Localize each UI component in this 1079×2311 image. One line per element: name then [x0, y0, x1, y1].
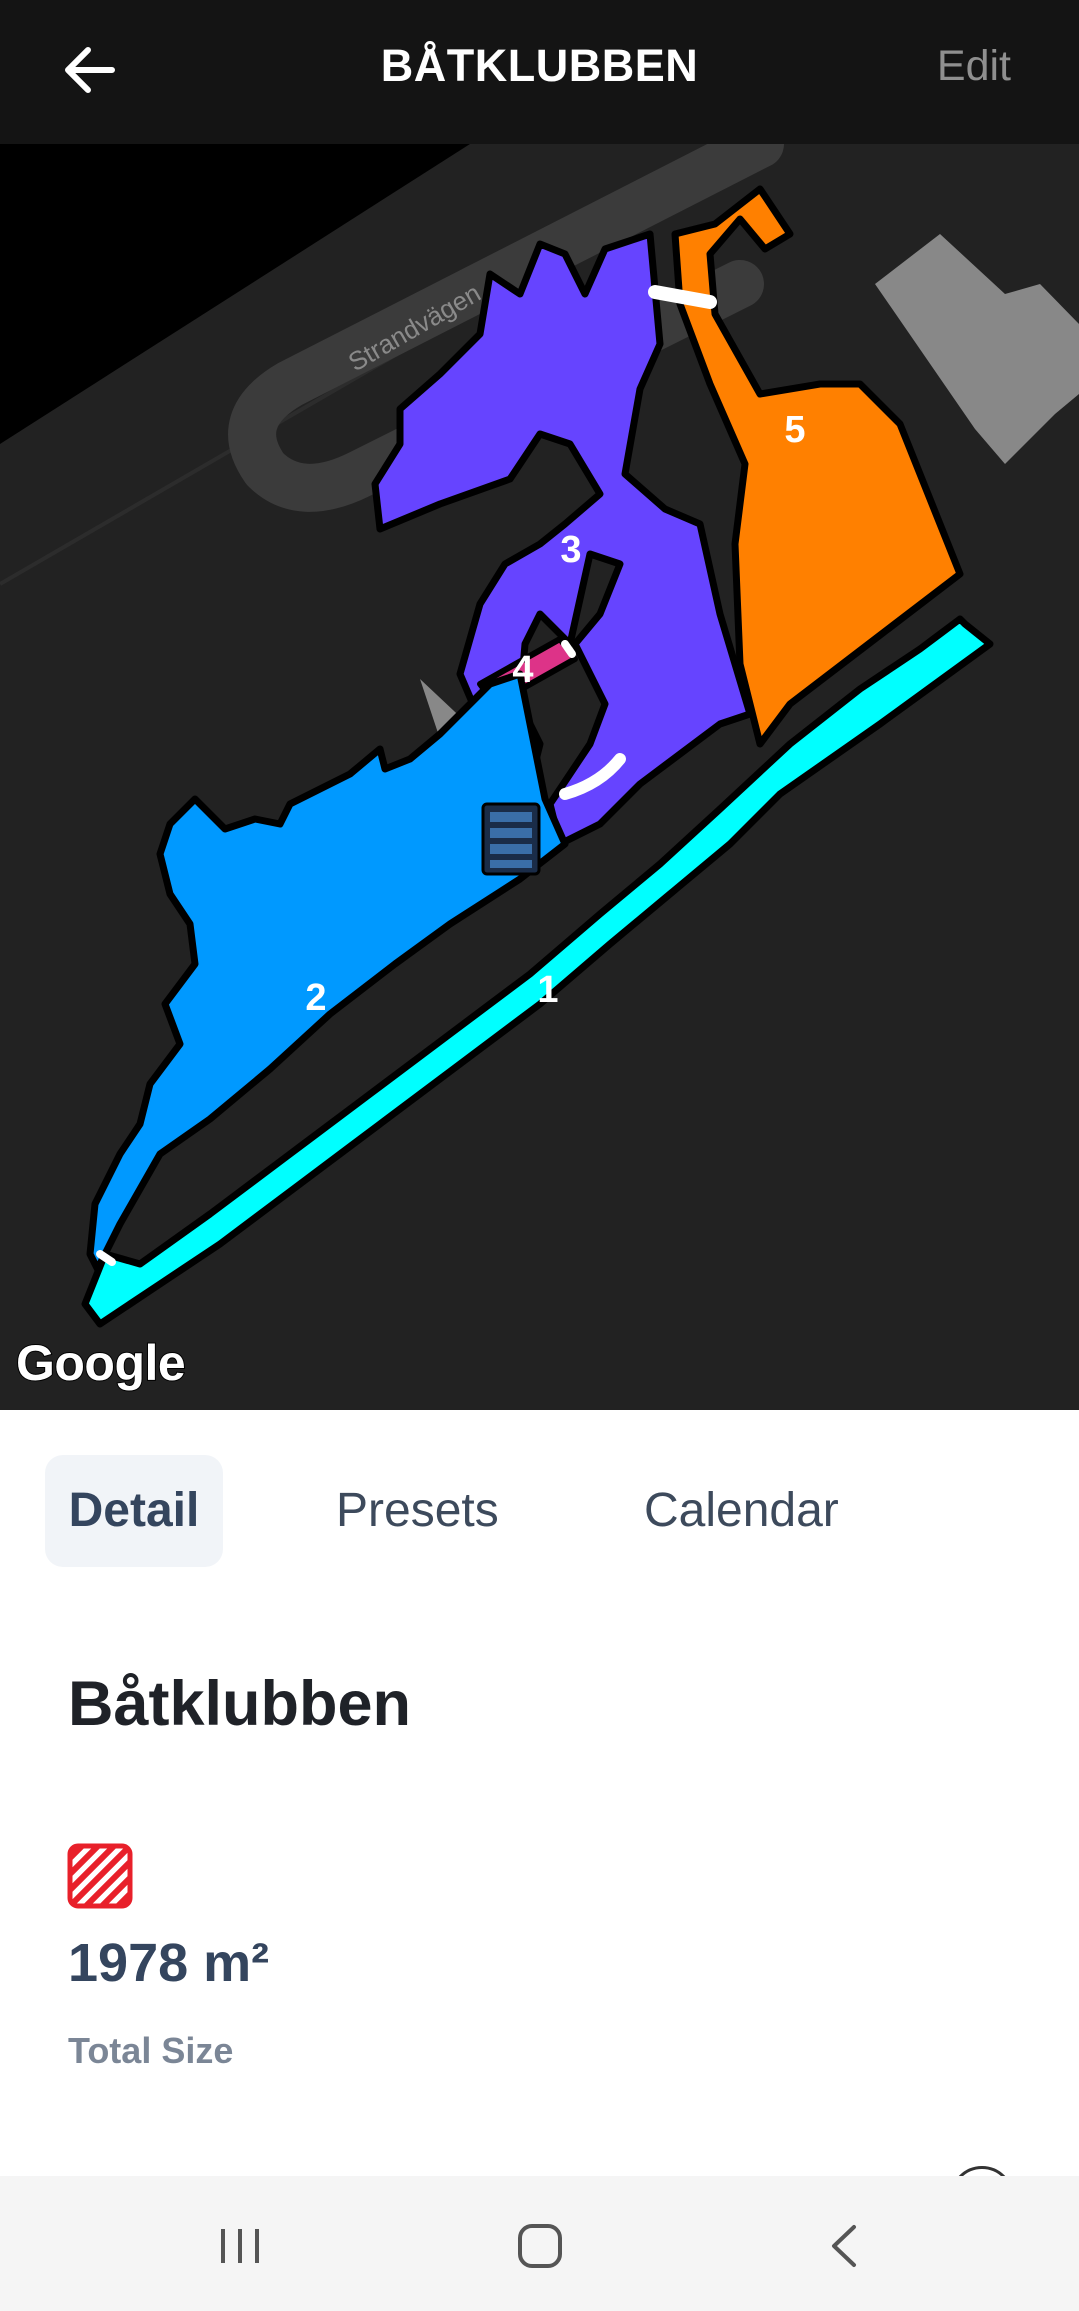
recents-button[interactable] [195, 2206, 285, 2286]
zone-5-label: 5 [784, 409, 805, 451]
home-icon [518, 2224, 562, 2268]
tab-detail[interactable]: Detail [45, 1455, 223, 1567]
zone-4-label: 4 [512, 649, 533, 691]
top-app-bar: BÅTKLUBBEN Edit [0, 0, 1079, 144]
google-attribution: Google [15, 1334, 187, 1392]
edit-button[interactable]: Edit [937, 0, 1011, 132]
tab-presets[interactable]: Presets [336, 1455, 499, 1567]
map-canvas[interactable]: Strandvägen 1 2 3 4 5 [0, 144, 1079, 1410]
map-dark-area [0, 144, 470, 444]
total-size-label: Total Size [68, 2030, 234, 2071]
chevron-left-icon [832, 2225, 856, 2267]
system-nav-bar [0, 2176, 1079, 2311]
zone-title: Båtklubben [68, 1669, 412, 1739]
zone-3-label: 3 [560, 529, 581, 571]
home-button[interactable] [495, 2206, 585, 2286]
tab-calendar[interactable]: Calendar [644, 1455, 839, 1567]
striped-zone-icon [67, 1843, 133, 1909]
robot-mower-dock-icon[interactable] [481, 802, 541, 876]
total-size-value: 1978 m² [68, 1933, 270, 1993]
app-screen: BÅTKLUBBEN Edit Strandvägen 1 2 3 4 5 Go… [0, 0, 1079, 2311]
zone-2-label: 2 [305, 977, 326, 1019]
arrow-left-icon [65, 47, 115, 93]
zone-2[interactable] [86, 670, 569, 1288]
page-title: BÅTKLUBBEN [380, 40, 699, 91]
zone-1-label: 1 [537, 969, 558, 1011]
map-passage [648, 285, 717, 309]
zone-map[interactable]: Strandvägen 1 2 3 4 5 Google [0, 144, 1079, 1410]
system-back-button[interactable] [800, 2206, 890, 2286]
tab-bar: Detail Presets Calendar [0, 1410, 1079, 1590]
recents-icon [221, 2229, 259, 2263]
back-button[interactable] [50, 30, 130, 110]
